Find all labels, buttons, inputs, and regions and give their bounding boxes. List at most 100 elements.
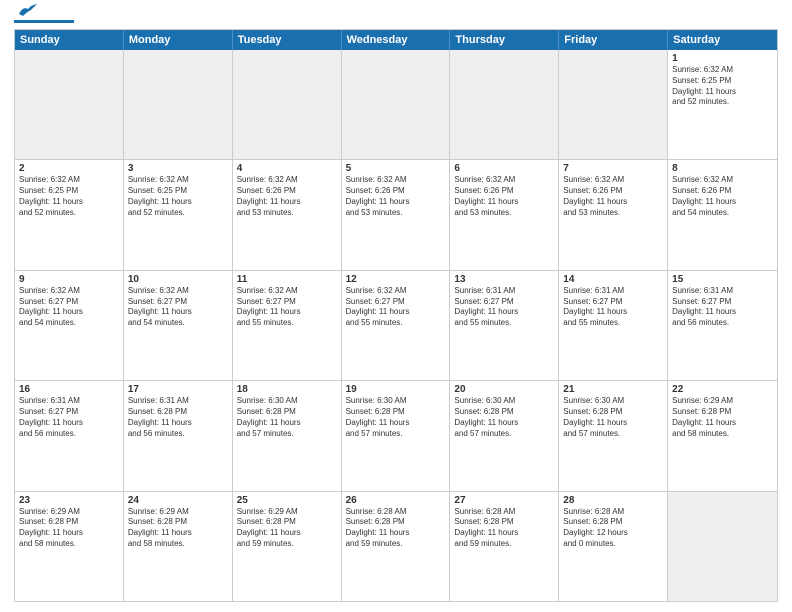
calendar: SundayMondayTuesdayWednesdayThursdayFrid… (14, 29, 778, 602)
day-number: 2 (19, 163, 119, 174)
cal-cell-empty (559, 50, 668, 159)
cal-cell-empty (668, 492, 777, 601)
day-number: 27 (454, 495, 554, 506)
cal-cell-day-21: 21Sunrise: 6:30 AM Sunset: 6:28 PM Dayli… (559, 381, 668, 490)
cal-cell-day-18: 18Sunrise: 6:30 AM Sunset: 6:28 PM Dayli… (233, 381, 342, 490)
cal-cell-empty (15, 50, 124, 159)
cal-cell-day-23: 23Sunrise: 6:29 AM Sunset: 6:28 PM Dayli… (15, 492, 124, 601)
cal-cell-day-16: 16Sunrise: 6:31 AM Sunset: 6:27 PM Dayli… (15, 381, 124, 490)
calendar-header: SundayMondayTuesdayWednesdayThursdayFrid… (15, 30, 777, 50)
cal-cell-day-26: 26Sunrise: 6:28 AM Sunset: 6:28 PM Dayli… (342, 492, 451, 601)
day-info: Sunrise: 6:32 AM Sunset: 6:26 PM Dayligh… (454, 175, 554, 218)
cal-cell-day-4: 4Sunrise: 6:32 AM Sunset: 6:26 PM Daylig… (233, 160, 342, 269)
day-info: Sunrise: 6:32 AM Sunset: 6:27 PM Dayligh… (128, 286, 228, 329)
cal-cell-day-6: 6Sunrise: 6:32 AM Sunset: 6:26 PM Daylig… (450, 160, 559, 269)
cal-cell-day-2: 2Sunrise: 6:32 AM Sunset: 6:25 PM Daylig… (15, 160, 124, 269)
day-number: 22 (672, 384, 773, 395)
day-number: 25 (237, 495, 337, 506)
page: SundayMondayTuesdayWednesdayThursdayFrid… (0, 0, 792, 612)
logo-line (14, 20, 74, 23)
cal-cell-day-25: 25Sunrise: 6:29 AM Sunset: 6:28 PM Dayli… (233, 492, 342, 601)
calendar-body: 1Sunrise: 6:32 AM Sunset: 6:25 PM Daylig… (15, 50, 777, 601)
day-number: 3 (128, 163, 228, 174)
cal-cell-day-7: 7Sunrise: 6:32 AM Sunset: 6:26 PM Daylig… (559, 160, 668, 269)
day-number: 10 (128, 274, 228, 285)
cal-header-friday: Friday (559, 30, 668, 50)
cal-header-thursday: Thursday (450, 30, 559, 50)
day-info: Sunrise: 6:32 AM Sunset: 6:27 PM Dayligh… (346, 286, 446, 329)
day-number: 17 (128, 384, 228, 395)
day-number: 9 (19, 274, 119, 285)
day-number: 12 (346, 274, 446, 285)
day-info: Sunrise: 6:32 AM Sunset: 6:27 PM Dayligh… (237, 286, 337, 329)
cal-cell-day-3: 3Sunrise: 6:32 AM Sunset: 6:25 PM Daylig… (124, 160, 233, 269)
cal-cell-day-10: 10Sunrise: 6:32 AM Sunset: 6:27 PM Dayli… (124, 271, 233, 380)
cal-cell-day-22: 22Sunrise: 6:29 AM Sunset: 6:28 PM Dayli… (668, 381, 777, 490)
day-number: 24 (128, 495, 228, 506)
day-info: Sunrise: 6:30 AM Sunset: 6:28 PM Dayligh… (237, 396, 337, 439)
day-number: 18 (237, 384, 337, 395)
day-info: Sunrise: 6:32 AM Sunset: 6:25 PM Dayligh… (672, 65, 773, 108)
cal-cell-day-12: 12Sunrise: 6:32 AM Sunset: 6:27 PM Dayli… (342, 271, 451, 380)
day-number: 19 (346, 384, 446, 395)
cal-cell-empty (124, 50, 233, 159)
day-number: 15 (672, 274, 773, 285)
day-info: Sunrise: 6:29 AM Sunset: 6:28 PM Dayligh… (672, 396, 773, 439)
day-info: Sunrise: 6:31 AM Sunset: 6:27 PM Dayligh… (672, 286, 773, 329)
day-number: 4 (237, 163, 337, 174)
logo-bird-icon (17, 4, 39, 18)
cal-header-monday: Monday (124, 30, 233, 50)
cal-row-1: 2Sunrise: 6:32 AM Sunset: 6:25 PM Daylig… (15, 159, 777, 269)
day-number: 1 (672, 53, 773, 64)
cal-cell-day-15: 15Sunrise: 6:31 AM Sunset: 6:27 PM Dayli… (668, 271, 777, 380)
cal-cell-day-1: 1Sunrise: 6:32 AM Sunset: 6:25 PM Daylig… (668, 50, 777, 159)
day-number: 26 (346, 495, 446, 506)
day-number: 7 (563, 163, 663, 174)
day-info: Sunrise: 6:31 AM Sunset: 6:27 PM Dayligh… (454, 286, 554, 329)
logo (14, 12, 74, 23)
cal-cell-empty (233, 50, 342, 159)
cal-cell-day-28: 28Sunrise: 6:28 AM Sunset: 6:28 PM Dayli… (559, 492, 668, 601)
day-number: 14 (563, 274, 663, 285)
day-number: 23 (19, 495, 119, 506)
day-info: Sunrise: 6:32 AM Sunset: 6:26 PM Dayligh… (346, 175, 446, 218)
cal-cell-day-14: 14Sunrise: 6:31 AM Sunset: 6:27 PM Dayli… (559, 271, 668, 380)
cal-cell-day-5: 5Sunrise: 6:32 AM Sunset: 6:26 PM Daylig… (342, 160, 451, 269)
day-info: Sunrise: 6:28 AM Sunset: 6:28 PM Dayligh… (563, 507, 663, 550)
cal-header-saturday: Saturday (668, 30, 777, 50)
day-info: Sunrise: 6:31 AM Sunset: 6:27 PM Dayligh… (19, 396, 119, 439)
cal-row-4: 23Sunrise: 6:29 AM Sunset: 6:28 PM Dayli… (15, 491, 777, 601)
cal-cell-day-19: 19Sunrise: 6:30 AM Sunset: 6:28 PM Dayli… (342, 381, 451, 490)
day-number: 28 (563, 495, 663, 506)
day-info: Sunrise: 6:29 AM Sunset: 6:28 PM Dayligh… (19, 507, 119, 550)
day-info: Sunrise: 6:32 AM Sunset: 6:25 PM Dayligh… (19, 175, 119, 218)
day-info: Sunrise: 6:32 AM Sunset: 6:25 PM Dayligh… (128, 175, 228, 218)
day-number: 11 (237, 274, 337, 285)
day-number: 21 (563, 384, 663, 395)
cal-cell-empty (342, 50, 451, 159)
cal-cell-day-9: 9Sunrise: 6:32 AM Sunset: 6:27 PM Daylig… (15, 271, 124, 380)
cal-row-3: 16Sunrise: 6:31 AM Sunset: 6:27 PM Dayli… (15, 380, 777, 490)
day-number: 8 (672, 163, 773, 174)
day-number: 20 (454, 384, 554, 395)
cal-cell-day-11: 11Sunrise: 6:32 AM Sunset: 6:27 PM Dayli… (233, 271, 342, 380)
cal-row-2: 9Sunrise: 6:32 AM Sunset: 6:27 PM Daylig… (15, 270, 777, 380)
cal-cell-day-13: 13Sunrise: 6:31 AM Sunset: 6:27 PM Dayli… (450, 271, 559, 380)
day-info: Sunrise: 6:32 AM Sunset: 6:26 PM Dayligh… (563, 175, 663, 218)
day-number: 13 (454, 274, 554, 285)
cal-cell-day-27: 27Sunrise: 6:28 AM Sunset: 6:28 PM Dayli… (450, 492, 559, 601)
day-info: Sunrise: 6:28 AM Sunset: 6:28 PM Dayligh… (454, 507, 554, 550)
day-info: Sunrise: 6:29 AM Sunset: 6:28 PM Dayligh… (128, 507, 228, 550)
header (14, 12, 778, 23)
day-number: 5 (346, 163, 446, 174)
day-info: Sunrise: 6:30 AM Sunset: 6:28 PM Dayligh… (454, 396, 554, 439)
day-info: Sunrise: 6:32 AM Sunset: 6:26 PM Dayligh… (237, 175, 337, 218)
day-info: Sunrise: 6:32 AM Sunset: 6:26 PM Dayligh… (672, 175, 773, 218)
day-info: Sunrise: 6:32 AM Sunset: 6:27 PM Dayligh… (19, 286, 119, 329)
day-info: Sunrise: 6:28 AM Sunset: 6:28 PM Dayligh… (346, 507, 446, 550)
cal-cell-day-17: 17Sunrise: 6:31 AM Sunset: 6:28 PM Dayli… (124, 381, 233, 490)
cal-header-tuesday: Tuesday (233, 30, 342, 50)
day-info: Sunrise: 6:29 AM Sunset: 6:28 PM Dayligh… (237, 507, 337, 550)
cal-row-0: 1Sunrise: 6:32 AM Sunset: 6:25 PM Daylig… (15, 50, 777, 159)
cal-cell-day-20: 20Sunrise: 6:30 AM Sunset: 6:28 PM Dayli… (450, 381, 559, 490)
